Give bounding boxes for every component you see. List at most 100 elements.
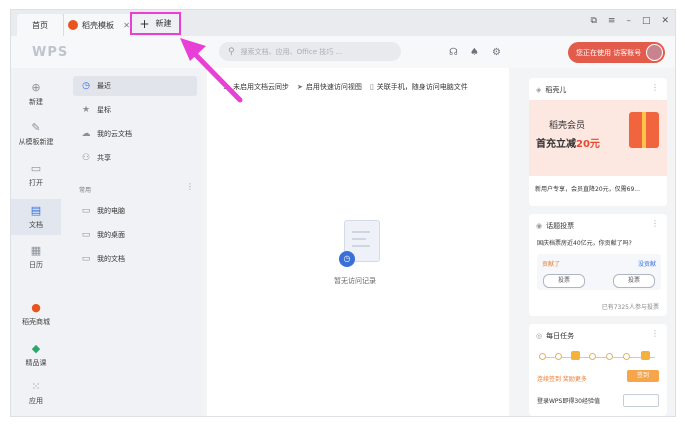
- restore-icon[interactable]: ⧉: [590, 16, 596, 26]
- sidebar-item-label: 日历: [29, 261, 43, 269]
- checkin-button[interactable]: 签到: [627, 370, 659, 382]
- nav-cloud-docs[interactable]: ☁ 我的云文档: [73, 124, 197, 144]
- wps-window: 首页 稻壳模板 ✕ + 新建 ⧉ ≡ – □ ✕ WPS ⚲ 搜索文档、应用、O…: [10, 9, 676, 417]
- gift-icon: [629, 112, 659, 148]
- docer-logo-icon: [68, 20, 78, 30]
- nav-label: 我的桌面: [97, 231, 125, 239]
- sidebar-item-new[interactable]: ⊕ 新建: [11, 81, 61, 113]
- task-step: [623, 353, 630, 360]
- tab-home[interactable]: 首页: [17, 14, 63, 36]
- task-action-button[interactable]: [623, 394, 659, 407]
- promo-subtitle[interactable]: 新用户专享，会员直降20元，仅需69...: [535, 184, 640, 193]
- tab-template[interactable]: 稻壳模板 ✕: [63, 14, 135, 36]
- tips-bar: ☁ 未启用文档云同步 ➤ 启用快速访问视图 ▯ 关联手机，随身访问电脑文件: [223, 82, 468, 92]
- task-icon: ◎: [536, 332, 543, 340]
- more-dots-icon[interactable]: ⋮: [651, 219, 659, 228]
- nav-my-computer[interactable]: ▭ 我的电脑: [73, 201, 197, 221]
- task-step: [555, 353, 562, 360]
- desktop-icon: ▭: [81, 230, 91, 240]
- right-panel: ◈ 稻壳儿 ⋮ 稻壳会员 首充立减20元 新用户专享，会员直降20元，仅需69..…: [517, 68, 675, 416]
- promo-banner[interactable]: 稻壳会员 首充立减20元: [529, 100, 667, 176]
- document-icon: ▤: [30, 204, 42, 217]
- menu-icon[interactable]: ≡: [608, 16, 616, 26]
- clock-icon: ◷: [82, 81, 90, 91]
- nav-label: 共享: [97, 154, 111, 162]
- section-common-label: 常用: [79, 187, 92, 194]
- more-dots-icon[interactable]: ⋮: [651, 83, 659, 92]
- tip-phone[interactable]: ▯ 关联手机，随身访问电脑文件: [370, 82, 468, 92]
- gear-icon[interactable]: ⚙: [492, 47, 501, 58]
- secondary-nav: ◷ 最近 ★ 星标 ☁ 我的云文档 ⚇ 共享 常用 ⋮ ▭ 我的电脑 ▭ 我的桌面 ▭ 我的文…: [61, 68, 201, 416]
- sidebar-item-apps[interactable]: ⁙ 应用: [11, 380, 61, 412]
- nav-label: 我的云文档: [97, 130, 132, 138]
- sidebar-item-courses[interactable]: ◆ 精品课: [11, 342, 61, 374]
- task-step: [539, 353, 546, 360]
- illustration-line: [352, 238, 366, 240]
- avatar[interactable]: [646, 44, 663, 61]
- template-icon: ✎: [31, 121, 41, 134]
- nav-label: 星标: [97, 106, 111, 114]
- nav-shared[interactable]: ⚇ 共享: [73, 148, 197, 168]
- nav-my-desktop[interactable]: ▭ 我的桌面: [73, 225, 197, 245]
- task-login-text: 登录WPS即得30经验值: [537, 398, 600, 405]
- computer-icon: ▭: [81, 206, 91, 216]
- sidebar-item-from-template[interactable]: ✎ 从模板新建: [11, 121, 61, 153]
- search-placeholder: 搜索文档、应用、Office 技巧 ...: [240, 47, 343, 56]
- tab-new[interactable]: + 新建: [130, 12, 181, 35]
- empty-state-text: 暂无访问记录: [334, 277, 376, 285]
- tip-quick-view[interactable]: ➤ 启用快速访问视图: [297, 82, 362, 92]
- star-icon: ★: [81, 105, 91, 115]
- nav-label: 最近: [97, 82, 111, 90]
- nav-recent[interactable]: ◷ 最近: [73, 76, 197, 96]
- nav-my-documents[interactable]: ▭ 我的文档: [73, 249, 197, 269]
- vote-right-button[interactable]: 投票: [613, 274, 655, 288]
- tip-label: 启用快速访问视图: [305, 83, 362, 91]
- sidebar-item-docer-store[interactable]: ● 稻壳商城: [11, 301, 61, 333]
- tab-home-label: 首页: [32, 20, 48, 30]
- docer-icon: ●: [31, 301, 41, 314]
- account-button[interactable]: 您正在使用 访客账号: [568, 42, 665, 63]
- left-sidebar: ⊕ 新建 ✎ 从模板新建 ▭ 打开 ▤ 文档 ▦ 日历 ● 稻壳商城 ◆ 精品课 ⁙ 应用: [11, 68, 61, 416]
- wps-logo: WPS: [32, 45, 69, 60]
- nav-label: 我的电脑: [97, 207, 125, 215]
- promo-offer-amount: 20元: [576, 139, 600, 150]
- tab-template-label: 稻壳模板: [82, 20, 114, 30]
- gift-icon: [641, 351, 650, 360]
- send-icon: ➤: [297, 83, 303, 91]
- maximize-icon[interactable]: □: [642, 16, 651, 26]
- task-card: ◎ 每日任务 ⋮ 连续签到 奖励更多 签到 登录WPS即得30经验值: [529, 324, 667, 416]
- vote-count: 已有7325人参与投票: [601, 304, 659, 311]
- tip-label: 关联手机，随身访问电脑文件: [376, 83, 468, 91]
- tip-cloud-sync[interactable]: ☁ 未启用文档云同步: [223, 82, 289, 92]
- more-dots-icon[interactable]: ⋮: [186, 182, 194, 191]
- nav-starred[interactable]: ★ 星标: [73, 100, 197, 120]
- sidebar-item-calendar[interactable]: ▦ 日历: [11, 244, 61, 276]
- folder-icon: ▭: [81, 254, 91, 264]
- gift-icon: [571, 351, 580, 360]
- graduation-cap-icon: ◆: [31, 342, 41, 355]
- vote-left-button[interactable]: 投票: [543, 274, 585, 288]
- vote-question: 国庆档票房近40亿元，你贡献了吗?: [537, 240, 632, 247]
- sidebar-item-label: 精品课: [25, 359, 47, 367]
- card-header: ◎ 每日任务: [536, 331, 574, 341]
- toolbar: WPS ⚲ 搜索文档、应用、Office 技巧 ... ☊ ♠ ⚙ 您正在使用 …: [11, 36, 675, 68]
- minimize-icon[interactable]: –: [626, 16, 631, 26]
- close-icon[interactable]: ✕: [123, 21, 130, 30]
- calendar-icon: ▦: [30, 244, 42, 257]
- card-title: 话题投票: [546, 222, 575, 230]
- sidebar-item-open[interactable]: ▭ 打开: [11, 162, 61, 194]
- tab-new-label: 新建: [155, 19, 172, 28]
- close-window-icon[interactable]: ✕: [661, 16, 669, 26]
- window-controls: ⧉ ≡ – □ ✕: [590, 16, 669, 26]
- promo-title: 稻壳会员: [549, 121, 586, 131]
- skin-icon[interactable]: ♠: [470, 47, 479, 58]
- sidebar-item-documents[interactable]: ▤ 文档: [11, 199, 61, 235]
- main-panel: ☁ 未启用文档云同步 ➤ 启用快速访问视图 ▯ 关联手机，随身访问电脑文件 ◷ 暂无访…: [207, 68, 509, 416]
- headset-icon[interactable]: ☊: [449, 47, 458, 58]
- sidebar-item-label: 新建: [29, 98, 43, 106]
- sidebar-item-label: 文档: [29, 221, 43, 229]
- vote-box: 贡献了 没贡献 投票 投票: [537, 254, 661, 290]
- more-dots-icon[interactable]: ⋮: [651, 329, 659, 338]
- search-input[interactable]: ⚲ 搜索文档、应用、Office 技巧 ...: [219, 42, 401, 61]
- users-icon: ⚇: [81, 153, 91, 163]
